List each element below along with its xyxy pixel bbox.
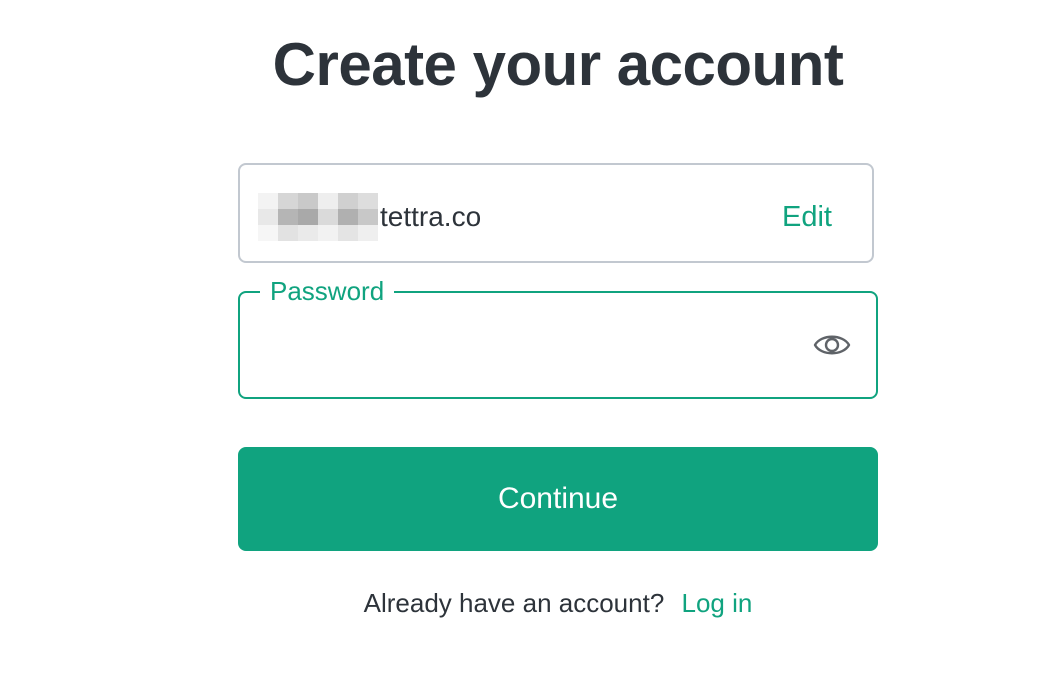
edit-email-button[interactable]: Edit (782, 201, 832, 234)
continue-button[interactable]: Continue (238, 447, 878, 551)
eye-icon (813, 335, 851, 355)
login-link[interactable]: Log in (682, 588, 753, 618)
toggle-password-visibility-button[interactable] (812, 327, 852, 363)
email-redacted-blur (258, 193, 378, 241)
email-value: tettra.co (380, 201, 482, 232)
password-input[interactable] (262, 317, 806, 375)
login-prompt-text: Already have an account? (363, 588, 665, 618)
password-label: Password (260, 275, 395, 307)
password-field[interactable]: Password (238, 275, 878, 399)
page-title: Create your account (272, 31, 844, 98)
login-prompt: Already have an account? Log in (0, 588, 1044, 619)
email-field: tettra.co Edit (238, 163, 874, 263)
